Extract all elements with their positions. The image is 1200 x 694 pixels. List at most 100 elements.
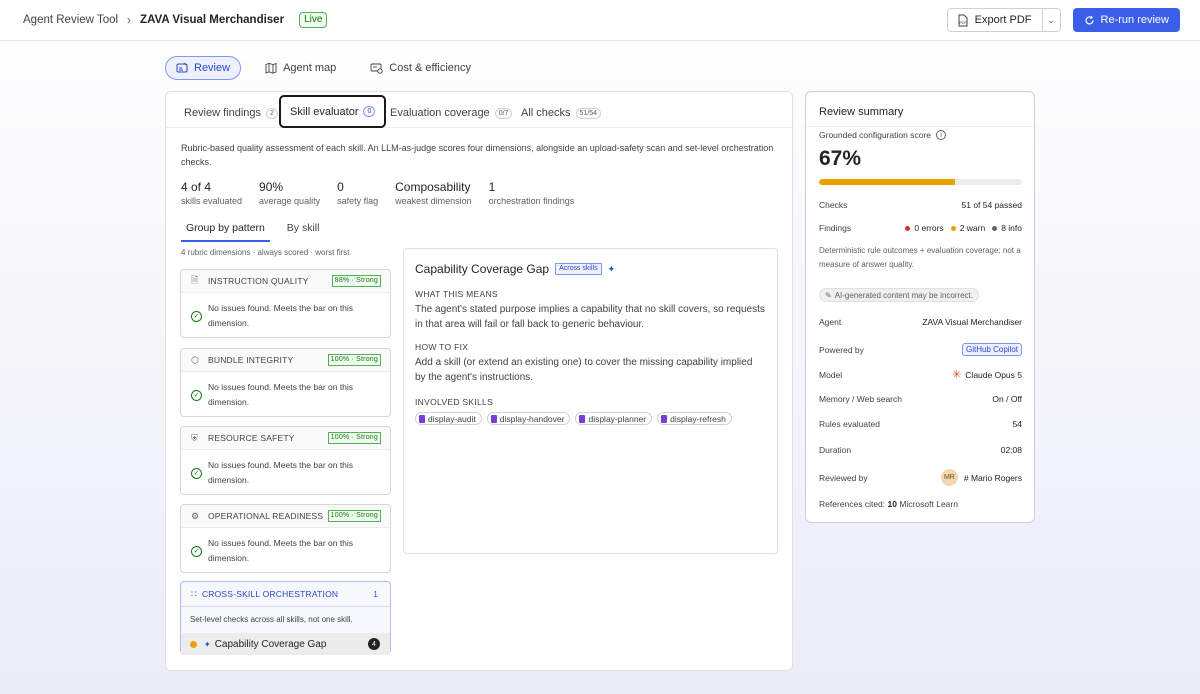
dimension-card-operational-readiness[interactable]: ⚙ OPERATIONAL READINESS 100% · Strong ✓ … <box>180 504 391 573</box>
top-actions: PDF Export PDF ⌄ Re-run review <box>946 8 1180 32</box>
dimension-body: ✓ No issues found. Meets the bar on this… <box>181 450 390 488</box>
row-label: Powered by <box>819 344 864 355</box>
score-badge: 100% · Strong <box>327 354 381 366</box>
involved-skills: display-audit display-handover display-p… <box>415 412 732 425</box>
stat-average-quality: 90% average quality <box>259 180 320 208</box>
rocket-icon: ⚙ <box>191 510 200 521</box>
score-label-row: Grounded configuration score i <box>819 130 946 140</box>
export-options-button[interactable]: ⌄ <box>1042 8 1061 32</box>
tab-label: All checks <box>521 107 571 119</box>
row-label: Duration <box>819 445 852 455</box>
stat-value: 4 of 4 <box>181 180 212 194</box>
skill-chip[interactable]: display-audit <box>415 412 482 425</box>
cost-icon <box>370 63 383 74</box>
dimension-header: ⚙ OPERATIONAL READINESS 100% · Strong <box>181 505 390 528</box>
dimension-card-instruction-quality[interactable]: 🗎 INSTRUCTION QUALITY 88% · Strong ✓ No … <box>180 269 391 338</box>
subtab-group-by-pattern[interactable]: Group by pattern <box>181 220 270 242</box>
tab-count: 51/54 <box>575 107 602 119</box>
tab-all-checks[interactable]: All checks 51/54 <box>521 107 602 119</box>
row-label: Agent <box>819 317 842 327</box>
stat-safety-flag: 0 safety flag <box>337 180 378 208</box>
tab-count: 2 <box>266 107 278 119</box>
stat-value: 1 <box>488 180 496 194</box>
check-circle-icon: ✓ <box>191 389 202 401</box>
reviewed-by-row: Reviewed by MR # Mario Rogers <box>819 469 1022 486</box>
skill-icon <box>661 414 668 423</box>
finding-capability-coverage-gap[interactable]: ✦ Capability Coverage Gap 4 <box>181 633 390 655</box>
nav-cost-efficiency[interactable]: Cost & efficiency <box>360 56 481 80</box>
dimension-title: INSTRUCTION QUALITY <box>208 276 309 286</box>
cross-skill-title: CROSS-SKILL ORCHESTRATION <box>201 589 339 599</box>
model-name: Claude Opus 5 <box>965 369 1022 380</box>
score-badge: 88% · Strong <box>331 275 381 287</box>
skill-name: display-refresh <box>670 413 726 424</box>
chevron-down-icon: ⌄ <box>1047 14 1055 25</box>
detail-title-row: Capability Coverage Gap Across skills ✦ <box>415 262 615 276</box>
sparkle-icon: ✦ <box>204 639 211 649</box>
checks-label: Checks <box>819 200 848 210</box>
stat-weakest-dimension: Composability weakest dimension <box>395 180 472 208</box>
stat-value: 90% <box>259 180 284 194</box>
row-value: ✳ Claude Opus 5 <box>952 368 1022 381</box>
avatar: MR <box>940 469 958 486</box>
subtab-by-skill[interactable]: By skill <box>282 220 325 242</box>
tab-label: Review findings <box>184 107 262 119</box>
references-cited: References cited: 10 Microsoft Learn <box>819 499 958 509</box>
skill-chip[interactable]: display-handover <box>486 412 571 425</box>
row-value: On / Off <box>992 394 1022 404</box>
stat-skills-evaluated: 4 of 4 skills evaluated <box>181 180 242 208</box>
info-icon[interactable]: i <box>936 130 946 140</box>
skill-icon <box>419 414 425 423</box>
score-badge: 100% · Strong <box>327 510 381 522</box>
divider <box>806 126 1034 127</box>
anthropic-icon: ✳ <box>952 369 962 381</box>
nav-agent-map[interactable]: Agent map <box>255 56 346 80</box>
shield-icon: ⛨ <box>191 432 198 443</box>
dimension-body: ✓ No issues found. Meets the bar on this… <box>181 372 390 410</box>
dimension-text: No issues found. Meets the bar on this d… <box>208 303 354 328</box>
stat-label: weakest dimension <box>395 196 472 206</box>
breadcrumb-root[interactable]: Agent Review Tool <box>23 14 118 26</box>
top-bar: Agent Review Tool › ZAVA Visual Merchand… <box>0 0 1200 41</box>
dimension-card-resource-safety[interactable]: ⛨ RESOURCE SAFETY 100% · Strong ✓ No iss… <box>180 426 391 495</box>
cross-skill-header[interactable]: ∷ CROSS-SKILL ORCHESTRATION 1 <box>181 582 390 607</box>
finding-detail-pane: Capability Coverage Gap Across skills ✦ … <box>403 248 778 554</box>
row-value: MR # Mario Rogers <box>940 469 1022 486</box>
dimension-title: BUNDLE INTEGRITY <box>208 355 294 365</box>
dimension-body: ✓ No issues found. Meets the bar on this… <box>181 293 390 331</box>
stat-value: 0 <box>337 180 344 194</box>
skill-name: display-planner <box>588 413 647 424</box>
tab-review-findings[interactable]: Review findings 2 <box>184 107 278 119</box>
skill-chip[interactable]: display-planner <box>575 412 653 425</box>
tab-evaluation-coverage[interactable]: Evaluation coverage 0/7 <box>390 107 513 119</box>
nav-review-label: Review <box>194 62 231 74</box>
score-label: Grounded configuration score <box>819 130 931 140</box>
what-text: The agent's stated purpose implies a cap… <box>415 304 765 330</box>
refs-suffix[interactable]: Microsoft Learn <box>899 499 958 509</box>
check-circle-icon: ✓ <box>191 545 202 557</box>
score-progress-fill <box>819 179 955 185</box>
row-label: Memory / Web search <box>819 394 902 404</box>
nav-review[interactable]: Review <box>165 56 242 80</box>
chevron-right-icon: › <box>127 13 132 27</box>
stat-label: orchestration findings <box>488 196 575 206</box>
what-label: WHAT THIS MEANS <box>415 289 498 299</box>
tab-skill-evaluator[interactable]: Skill evaluator 0 <box>279 95 387 128</box>
grouping-tabs: Group by pattern By skill <box>181 220 324 242</box>
info-dot-icon <box>992 225 998 231</box>
ai-disclaimer-text: AI-generated content may be incorrect. <box>834 290 973 300</box>
rerun-review-button[interactable]: Re-run review <box>1072 8 1180 32</box>
refs-prefix: References cited: <box>819 499 886 509</box>
stat-orchestration-findings: 1 orchestration findings <box>489 180 575 208</box>
score-progress-bar <box>819 179 1022 185</box>
dimension-card-bundle-integrity[interactable]: ⬡ BUNDLE INTEGRITY 100% · Strong ✓ No is… <box>180 348 391 417</box>
export-pdf-button[interactable]: PDF Export PDF <box>946 8 1043 32</box>
row-label: Reviewed by <box>819 472 868 483</box>
top-nav: Review Agent map Cost & efficiency <box>165 56 481 80</box>
tab-bar: Review findings 2 Skill evaluator 0 Eval… <box>166 92 794 128</box>
skills-label: INVOLVED SKILLS <box>415 397 494 407</box>
tab-label: Evaluation coverage <box>390 107 490 119</box>
summary-note: Deterministic rule outcomes + evaluation… <box>819 246 1021 269</box>
skill-chip[interactable]: display-refresh <box>657 412 732 425</box>
row-value: 54 <box>1012 419 1022 429</box>
